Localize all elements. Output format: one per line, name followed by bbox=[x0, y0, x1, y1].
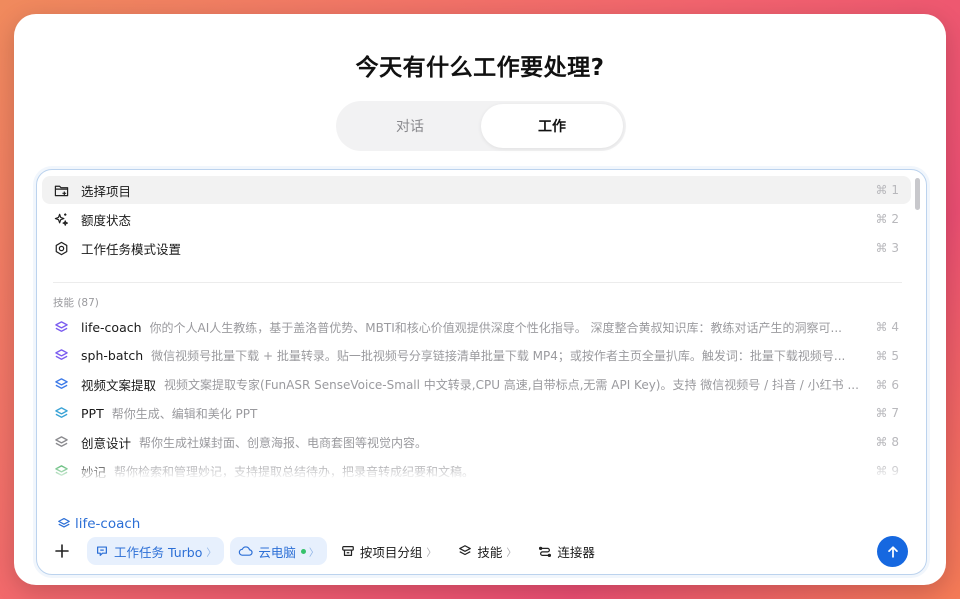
cloud-computer-label: 云电脑 bbox=[258, 544, 296, 560]
shortcut-hint: ⌘ 2 bbox=[875, 212, 899, 226]
tab-work[interactable]: 工作 bbox=[481, 104, 623, 148]
skills-section-header: 技能 (87) bbox=[53, 297, 99, 309]
scrollbar[interactable] bbox=[915, 178, 920, 210]
layers-icon bbox=[53, 434, 69, 450]
main-window: 今天有什么工作要处理? 对话 工作 选择项目 ⌘ 1 额度状态 ⌘ 2 工作任务… bbox=[14, 14, 946, 585]
skill-name: PPT bbox=[81, 405, 104, 421]
online-status-dot bbox=[300, 548, 306, 554]
command-work-mode-settings[interactable]: 工作任务模式设置 ⌘ 3 bbox=[42, 234, 911, 262]
work-mode-label: 工作任务 Turbo bbox=[114, 544, 203, 560]
shortcut-hint: ⌘ 4 bbox=[875, 320, 899, 334]
connectors-label: 连接器 bbox=[557, 544, 595, 560]
layers-icon bbox=[58, 517, 70, 528]
command-select-project[interactable]: 选择项目 ⌘ 1 bbox=[42, 176, 911, 204]
layers-icon bbox=[53, 405, 69, 421]
skill-item[interactable]: 视频文案提取 视频文案提取专家(FunASR SenseVoice-Small 中… bbox=[42, 371, 911, 399]
skill-name: 视频文案提取 bbox=[81, 378, 157, 394]
skill-name: life-coach bbox=[81, 319, 142, 335]
layers-icon bbox=[53, 377, 69, 393]
cloud-computer-button[interactable]: 云电脑 〉 bbox=[230, 537, 327, 565]
group-by-project-button[interactable]: 按项目分组 〉 bbox=[333, 537, 445, 565]
shortcut-hint: ⌘ 1 bbox=[875, 183, 899, 197]
layers-icon bbox=[53, 348, 69, 364]
composer-panel: 选择项目 ⌘ 1 额度状态 ⌘ 2 工作任务模式设置 ⌘ 3 技能 (87) l… bbox=[36, 169, 927, 575]
folder-plus-icon bbox=[53, 182, 69, 198]
skill-item[interactable]: life-coach 你的个人AI人生教练，基于盖洛普优势、MBTI和核心价值观提… bbox=[42, 313, 911, 341]
plus-icon bbox=[55, 544, 69, 558]
skill-description: 帮你生成社媒封面、创意海报、电商套图等视觉内容。 bbox=[139, 435, 428, 450]
sparkle-icon bbox=[53, 211, 69, 227]
cloud-icon bbox=[239, 546, 253, 556]
work-mode-button[interactable]: 工作任务 Turbo 〉 bbox=[87, 537, 225, 565]
skill-item[interactable]: sph-batch 微信视频号批量下载 + 批量转录。贴一批视频号分享链接清单批量… bbox=[42, 342, 911, 370]
mode-switch: 对话 工作 bbox=[336, 101, 626, 151]
selected-skill-label: life-coach bbox=[75, 516, 141, 532]
chevron-right-icon: 〉 bbox=[308, 547, 319, 559]
arrow-up-icon bbox=[887, 545, 898, 558]
skill-description: 你的个人AI人生教练，基于盖洛普优势、MBTI和核心价值观提供深度个性化指导。 … bbox=[149, 320, 842, 335]
skill-description: 视频文案提取专家(FunASR SenseVoice-Small 中文转录,CP… bbox=[164, 378, 859, 393]
tab-chat[interactable]: 对话 bbox=[339, 104, 481, 148]
shortcut-hint: ⌘ 6 bbox=[875, 377, 899, 392]
command-label: 工作任务模式设置 bbox=[81, 241, 182, 257]
shortcut-hint: ⌘ 3 bbox=[875, 241, 899, 255]
skill-item[interactable]: 创意设计 帮你生成社媒封面、创意海报、电商套图等视觉内容。 ⌘ 8 bbox=[42, 428, 911, 456]
chevron-right-icon: 〉 bbox=[206, 547, 217, 559]
group-label: 按项目分组 bbox=[359, 544, 423, 560]
composer-toolbar: 工作任务 Turbo 〉 云电脑 〉 按项目分组 〉 技能 〉 连接器 bbox=[51, 536, 916, 567]
connector-icon bbox=[539, 546, 552, 558]
command-quota-status[interactable]: 额度状态 ⌘ 2 bbox=[42, 205, 911, 233]
layers-icon bbox=[53, 319, 69, 335]
shortcut-hint: ⌘ 5 bbox=[875, 348, 899, 363]
skill-name: 创意设计 bbox=[81, 435, 132, 451]
skills-label: 技能 bbox=[477, 544, 503, 560]
add-button[interactable] bbox=[51, 540, 73, 562]
connectors-button[interactable]: 连接器 bbox=[530, 537, 603, 565]
shortcut-hint: ⌘ 7 bbox=[875, 406, 899, 421]
skill-item[interactable]: PPT 帮你生成、编辑和美化 PPT ⌘ 7 bbox=[42, 399, 911, 427]
shortcut-hint: ⌘ 8 bbox=[875, 435, 899, 450]
skill-description: 微信视频号批量下载 + 批量转录。贴一批视频号分享链接清单批量下载 MP4；或按… bbox=[151, 349, 846, 364]
selected-skill-tag[interactable]: life-coach bbox=[57, 516, 140, 532]
command-label: 选择项目 bbox=[81, 183, 132, 199]
chevron-right-icon: 〉 bbox=[506, 547, 517, 559]
page-title: 今天有什么工作要处理? bbox=[355, 55, 605, 81]
skill-name: sph-batch bbox=[81, 348, 144, 364]
layers-icon bbox=[459, 545, 472, 556]
chevron-right-icon: 〉 bbox=[426, 547, 437, 559]
send-button[interactable] bbox=[877, 536, 908, 567]
skill-description: 帮你生成、编辑和美化 PPT bbox=[111, 406, 258, 421]
command-menu: 选择项目 ⌘ 1 额度状态 ⌘ 2 工作任务模式设置 ⌘ 3 技能 (87) l… bbox=[37, 170, 926, 478]
group-icon bbox=[342, 546, 354, 556]
list-fade bbox=[37, 462, 926, 478]
skills-button[interactable]: 技能 〉 bbox=[450, 537, 524, 565]
brain-icon bbox=[97, 546, 107, 556]
gear-icon bbox=[53, 240, 69, 256]
divider bbox=[53, 282, 902, 283]
command-label: 额度状态 bbox=[81, 212, 132, 228]
